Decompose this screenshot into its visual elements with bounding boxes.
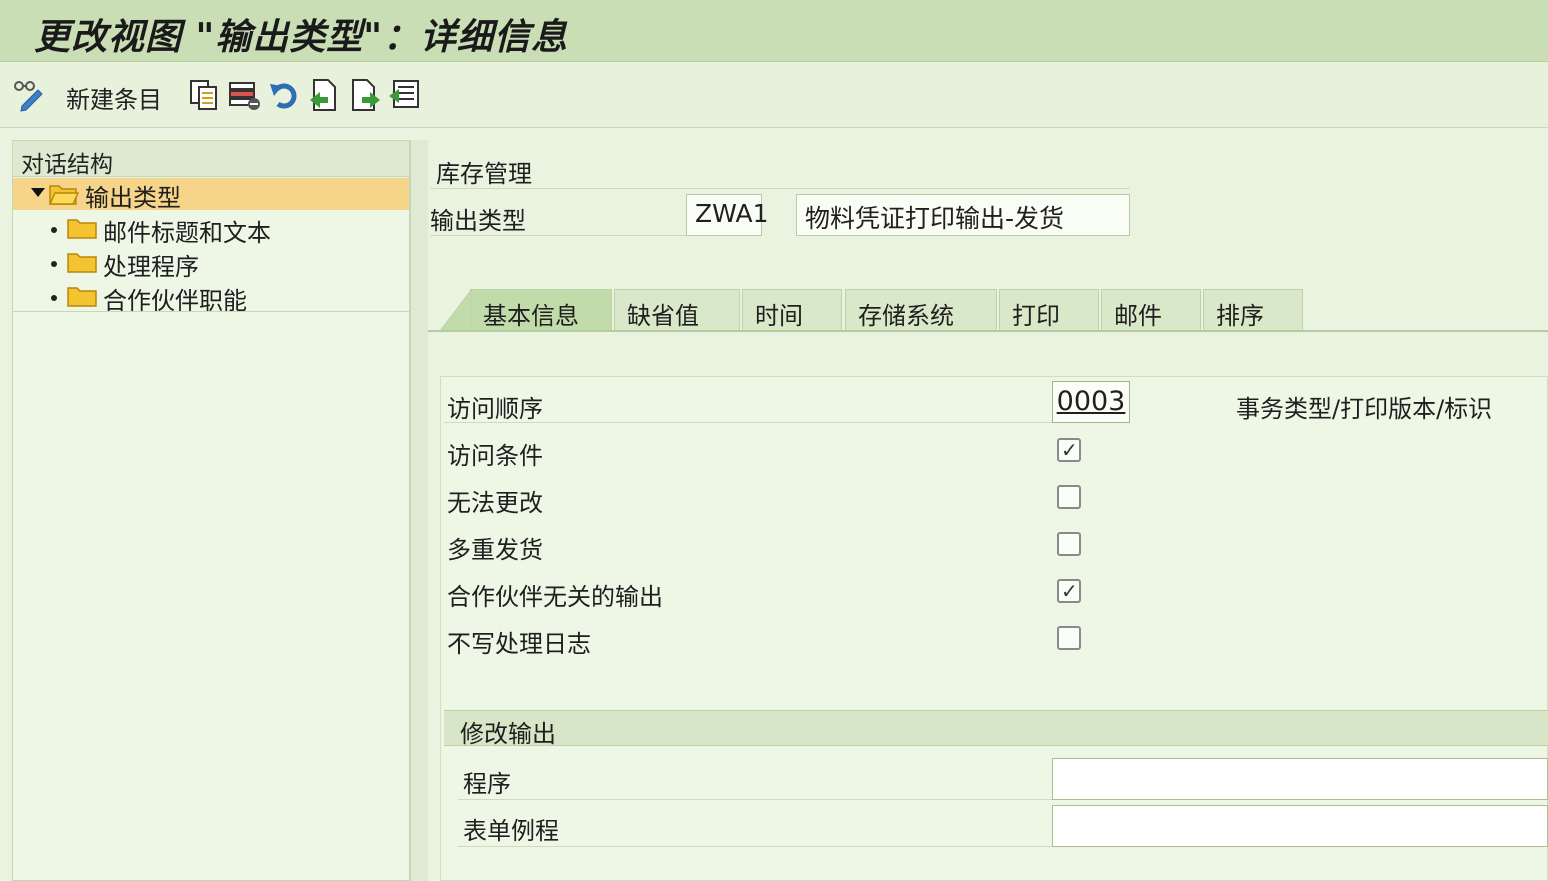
tree-item-label: 处理程序 <box>103 253 199 281</box>
access-condition-checkbox[interactable]: ✓ <box>1057 438 1081 462</box>
title-bar: 更改视图 "输出类型"：详细信息 <box>0 0 1548 62</box>
tab-time[interactable]: 时间 <box>742 289 842 331</box>
tab-basic-info[interactable]: 基本信息 <box>470 289 612 331</box>
tab-mail[interactable]: 邮件 <box>1101 289 1201 331</box>
dialog-structure-panel: 对话结构 输出类型 邮件标题和文本 处理程序 合作伙伴职能 <box>12 140 410 881</box>
tree-item-partner-functions[interactable]: 合作伙伴职能 <box>13 281 409 315</box>
bullet-icon <box>51 261 57 267</box>
form-routine-input[interactable] <box>1052 805 1548 847</box>
splitter-bar[interactable] <box>410 140 428 881</box>
select-block-icon[interactable] <box>388 78 420 112</box>
checkmark-icon: ✓ <box>1061 579 1078 603</box>
window-title: 更改视图 "输出类型"：详细信息 <box>34 16 569 58</box>
copy-icon[interactable] <box>188 78 220 112</box>
output-type-label: 输出类型 <box>430 207 526 235</box>
next-entry-icon[interactable] <box>350 78 382 112</box>
checkmark-icon: ✓ <box>1061 438 1078 462</box>
tab-defaults[interactable]: 缺省值 <box>614 289 740 331</box>
bullet-icon <box>51 295 57 301</box>
no-processing-log-label: 不写处理日志 <box>447 630 591 658</box>
tree-item-processing-routines[interactable]: 处理程序 <box>13 247 409 281</box>
divider <box>458 846 1052 847</box>
access-sequence-description: 事务类型/打印版本/标识 <box>1236 395 1493 423</box>
change-output-group-header: 修改输出 <box>444 710 1548 748</box>
no-processing-log-checkbox[interactable] <box>1057 626 1081 650</box>
application-toolbar: 新建条目 <box>0 62 1548 128</box>
partner-independent-output-checkbox[interactable]: ✓ <box>1057 579 1081 603</box>
tab-corner-decoration <box>440 289 472 331</box>
folder-icon <box>67 253 97 273</box>
divider <box>430 188 1130 189</box>
tree-item-output-type[interactable]: 输出类型 <box>13 178 409 212</box>
divider <box>458 799 1052 800</box>
undo-icon[interactable] <box>268 78 300 112</box>
multiple-issuing-label: 多重发货 <box>447 536 543 564</box>
bullet-icon <box>51 227 57 233</box>
folder-icon <box>67 219 97 239</box>
previous-entry-icon[interactable] <box>308 78 340 112</box>
program-label: 程序 <box>463 770 511 798</box>
output-type-code-field[interactable]: ZWA1 <box>686 194 769 236</box>
tree-item-label: 输出类型 <box>85 184 181 212</box>
program-input[interactable] <box>1052 758 1548 800</box>
access-condition-label: 访问条件 <box>447 442 543 470</box>
tab-sort[interactable]: 排序 <box>1203 289 1303 331</box>
application-label: 库存管理 <box>436 160 532 188</box>
cannot-change-label: 无法更改 <box>447 489 543 517</box>
cannot-change-checkbox[interactable] <box>1057 485 1081 509</box>
tree-item-mail-title-text[interactable]: 邮件标题和文本 <box>13 213 409 247</box>
access-sequence-input[interactable]: 0003 <box>1052 381 1130 423</box>
expand-arrow-icon[interactable] <box>31 188 45 198</box>
form-routine-label: 表单例程 <box>463 817 559 845</box>
new-entry-button[interactable]: 新建条目 <box>66 80 162 115</box>
partner-independent-output-label: 合作伙伴无关的输出 <box>447 583 663 611</box>
divider <box>444 422 1052 423</box>
output-type-description-field[interactable]: 物料凭证打印输出-发货 <box>796 194 1130 236</box>
access-sequence-label: 访问顺序 <box>447 395 543 423</box>
tree-item-label: 邮件标题和文本 <box>103 219 271 247</box>
folder-icon <box>67 287 97 307</box>
edit-glasses-icon[interactable] <box>12 78 44 112</box>
tab-print[interactable]: 打印 <box>999 289 1099 331</box>
open-folder-icon <box>49 185 79 205</box>
tab-storage-system[interactable]: 存储系统 <box>845 289 997 331</box>
multiple-issuing-checkbox[interactable] <box>1057 532 1081 556</box>
dialog-structure-header: 对话结构 <box>13 141 409 178</box>
tree-divider <box>13 311 409 312</box>
divider <box>430 235 686 236</box>
delete-icon[interactable] <box>228 78 260 112</box>
